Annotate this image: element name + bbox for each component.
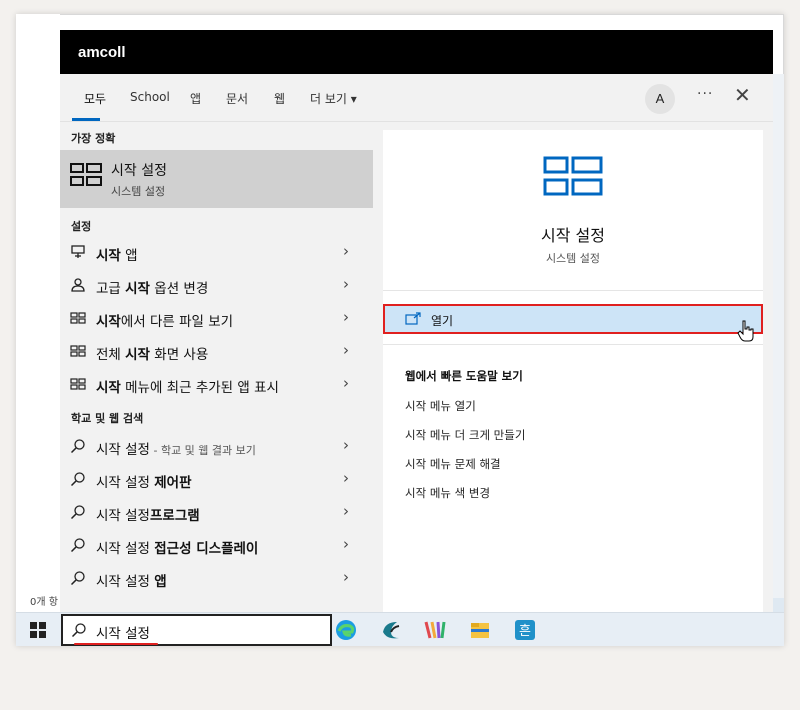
settings-item-show-files[interactable]: 시작에서 다른 파일 보기 › bbox=[60, 302, 373, 334]
help-heading: 웹에서 빠른 도움말 보기 bbox=[405, 369, 523, 383]
result-label: 시작 설정 접근성 디스플레이 bbox=[96, 541, 259, 557]
web-item-2[interactable]: 시작 설정프로그램 › bbox=[60, 496, 373, 528]
title-bar: amcoll bbox=[60, 30, 773, 74]
app-list-icon bbox=[71, 245, 85, 258]
search-icon bbox=[70, 505, 85, 520]
tab-school[interactable]: School bbox=[130, 90, 170, 104]
desktop-item-count: 0개 항 bbox=[30, 597, 58, 608]
settings-item-startup-apps[interactable]: 시작 앱 › bbox=[60, 236, 373, 268]
results-list: 가장 정확 시작 설정 시스템 설정 설정 시작 앱 › 고급 시작 옵션 변경… bbox=[60, 122, 373, 612]
settings-heading: 설정 bbox=[71, 220, 92, 233]
chevron-right-icon[interactable]: › bbox=[343, 275, 349, 293]
divider bbox=[383, 290, 763, 291]
active-tab-indicator bbox=[72, 118, 100, 121]
settings-item-recent-apps[interactable]: 시작 메뉴에 최근 추가된 앱 표시 › bbox=[60, 368, 373, 400]
search-icon bbox=[70, 538, 85, 553]
preview-pane: 시작 설정 시스템 설정 열기 웹에서 빠른 도움말 보기 시작 메뉴 열기 시… bbox=[383, 130, 763, 612]
help-link[interactable]: 시작 메뉴 더 크게 만들기 bbox=[405, 427, 525, 443]
web-item-4[interactable]: 시작 설정 앱 › bbox=[60, 562, 373, 594]
file-explorer-icon[interactable] bbox=[468, 618, 492, 642]
org-name: amcoll bbox=[78, 44, 126, 61]
avatar[interactable]: A bbox=[645, 84, 675, 114]
edge-icon[interactable] bbox=[334, 618, 358, 642]
best-match-item[interactable]: 시작 설정 시스템 설정 bbox=[60, 150, 373, 208]
web-search-heading: 학교 및 웹 검색 bbox=[71, 412, 144, 425]
help-link[interactable]: 시작 메뉴 색 변경 bbox=[405, 485, 490, 501]
more-options-icon[interactable]: ··· bbox=[697, 86, 713, 102]
chevron-right-icon[interactable]: › bbox=[343, 568, 349, 586]
start-settings-large-icon bbox=[543, 156, 603, 196]
open-button[interactable]: 열기 bbox=[383, 304, 763, 334]
chevron-right-icon[interactable]: › bbox=[343, 502, 349, 520]
highlight-underline bbox=[74, 643, 158, 645]
app-icon[interactable] bbox=[379, 618, 403, 642]
result-label: 시작 설정 제어판 bbox=[96, 475, 192, 491]
search-panel: amcoll 모두 School 앱 문서 웹 더 보기 ▾ A ··· ✕ 가… bbox=[60, 30, 773, 612]
divider bbox=[383, 344, 763, 345]
search-icon bbox=[70, 439, 85, 454]
chevron-right-icon[interactable]: › bbox=[343, 242, 349, 260]
start-icon bbox=[70, 345, 86, 357]
chevron-right-icon[interactable]: › bbox=[343, 469, 349, 487]
search-query: 시작 설정 bbox=[96, 626, 150, 642]
start-icon bbox=[70, 378, 86, 390]
open-icon bbox=[405, 312, 421, 325]
taskbar: 시작 설정 흔 bbox=[16, 612, 784, 646]
tab-apps[interactable]: 앱 bbox=[190, 90, 201, 107]
windows-start-icon[interactable] bbox=[30, 622, 46, 638]
best-match-subtitle: 시스템 설정 bbox=[111, 185, 166, 198]
preview-title: 시작 설정 bbox=[541, 226, 605, 245]
preview-subtitle: 시스템 설정 bbox=[545, 252, 601, 265]
chevron-right-icon[interactable]: › bbox=[343, 374, 349, 392]
result-label: 전체 시작 화면 사용 bbox=[96, 347, 209, 363]
hand-cursor-icon bbox=[737, 320, 754, 342]
desktop-area bbox=[16, 14, 60, 612]
web-item-0[interactable]: 시작 설정 - 학교 및 웹 결과 보기 › bbox=[60, 430, 373, 462]
result-label: 시작 메뉴에 최근 추가된 앱 표시 bbox=[96, 380, 279, 396]
search-icon bbox=[70, 472, 85, 487]
chevron-right-icon[interactable]: › bbox=[343, 341, 349, 359]
result-label: 시작 설정프로그램 bbox=[96, 508, 200, 524]
result-label: 시작 설정 앱 bbox=[96, 574, 167, 590]
close-icon[interactable]: ✕ bbox=[734, 83, 751, 107]
result-label: 시작 설정 - 학교 및 웹 결과 보기 bbox=[96, 442, 256, 458]
settings-item-full-screen[interactable]: 전체 시작 화면 사용 › bbox=[60, 335, 373, 367]
result-label: 고급 시작 옵션 변경 bbox=[96, 281, 209, 297]
result-label: 시작에서 다른 파일 보기 bbox=[96, 314, 234, 330]
chevron-right-icon[interactable]: › bbox=[343, 535, 349, 553]
hangul-icon[interactable]: 흔 bbox=[513, 618, 537, 642]
app-icon[interactable] bbox=[423, 618, 447, 642]
svg-text:흔: 흔 bbox=[519, 624, 531, 639]
help-link[interactable]: 시작 메뉴 열기 bbox=[405, 398, 476, 414]
chevron-right-icon[interactable]: › bbox=[343, 436, 349, 454]
open-label: 열기 bbox=[431, 314, 454, 328]
tab-more[interactable]: 더 보기 ▾ bbox=[310, 90, 357, 107]
taskbar-search-input[interactable]: 시작 설정 bbox=[61, 614, 332, 646]
person-icon bbox=[71, 278, 85, 292]
search-icon bbox=[70, 571, 85, 586]
best-match-heading: 가장 정확 bbox=[71, 132, 116, 145]
search-icon bbox=[71, 623, 86, 638]
tab-all[interactable]: 모두 bbox=[84, 90, 106, 107]
web-item-1[interactable]: 시작 설정 제어판 › bbox=[60, 463, 373, 495]
tab-documents[interactable]: 문서 bbox=[226, 90, 248, 107]
help-link[interactable]: 시작 메뉴 문제 해결 bbox=[405, 456, 501, 472]
best-match-title: 시작 설정 bbox=[111, 163, 167, 179]
tab-web[interactable]: 웹 bbox=[274, 90, 285, 107]
search-tabs: 모두 School 앱 문서 웹 더 보기 ▾ A ··· ✕ bbox=[60, 74, 773, 122]
result-label: 시작 앱 bbox=[96, 248, 138, 264]
settings-item-advanced-startup[interactable]: 고급 시작 옵션 변경 › bbox=[60, 269, 373, 301]
start-settings-icon bbox=[70, 163, 102, 186]
start-icon bbox=[70, 312, 86, 324]
chevron-right-icon[interactable]: › bbox=[343, 308, 349, 326]
web-item-3[interactable]: 시작 설정 접근성 디스플레이 › bbox=[60, 529, 373, 561]
